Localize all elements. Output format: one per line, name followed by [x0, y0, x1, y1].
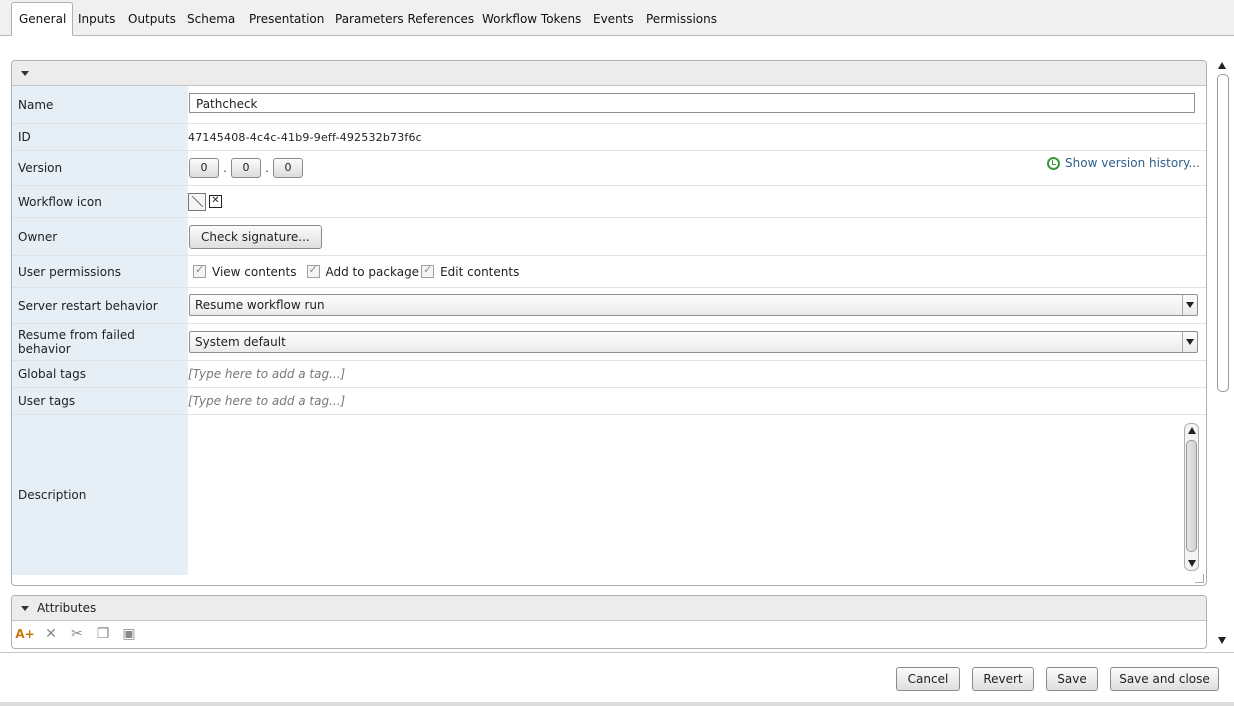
name-label: Name	[12, 86, 188, 123]
scroll-thumb[interactable]	[1217, 74, 1229, 392]
workflow-icon-label: Workflow icon	[12, 186, 188, 217]
edit-contents-checkbox[interactable]	[421, 263, 435, 278]
id-label: ID	[12, 124, 188, 150]
view-contents-label: View contents	[212, 264, 297, 279]
resize-grip-icon[interactable]	[1195, 574, 1204, 583]
footer-divider	[0, 652, 1234, 653]
owner-label: Owner	[12, 218, 188, 255]
scroll-down-icon[interactable]	[1218, 637, 1226, 644]
server-restart-select[interactable]: Resume workflow run	[189, 294, 1198, 316]
id-value: 47145408-4c4c-41b9-9eff-492532b73f6c	[188, 130, 422, 144]
server-restart-value: Resume workflow run	[195, 298, 325, 312]
save-button[interactable]: Save	[1046, 667, 1098, 691]
save-and-close-button[interactable]: Save and close	[1110, 667, 1219, 691]
user-tags-row: User tags [Type here to add a tag...]	[12, 388, 1206, 415]
paste-icon[interactable]: ▣	[120, 626, 138, 642]
check-signature-button[interactable]: Check signature...	[189, 224, 322, 249]
cancel-button[interactable]: Cancel	[896, 667, 960, 691]
tab-permissions[interactable]: Permissions	[639, 6, 724, 32]
view-contents-checkbox[interactable]	[193, 263, 206, 278]
global-tags-input[interactable]: [Type here to add a tag...]	[188, 367, 345, 381]
server-restart-label: Server restart behavior	[12, 288, 188, 323]
description-label: Description	[12, 415, 188, 575]
version-minor-button[interactable]: 0	[231, 158, 261, 178]
general-panel: Name Pathcheck ID 47145408-4c4c-41b9-9ef…	[11, 60, 1207, 586]
resume-failed-select[interactable]: System default	[189, 331, 1198, 353]
workflow-icon-row: Workflow icon ✕	[12, 186, 1206, 218]
tab-outputs[interactable]: Outputs	[121, 6, 183, 32]
user-tags-input[interactable]: [Type here to add a tag...]	[188, 394, 345, 408]
clear-icon[interactable]: ✕	[209, 195, 222, 208]
scroll-down-icon[interactable]	[1188, 560, 1196, 567]
window-bottom-edge	[0, 702, 1234, 706]
revert-button[interactable]: Revert	[972, 667, 1034, 691]
global-tags-label: Global tags	[12, 361, 188, 387]
description-row: Description	[12, 415, 1206, 575]
resume-failed-row: Resume from failed behavior System defau…	[12, 324, 1206, 361]
tab-parameters-references[interactable]: Parameters References	[328, 6, 481, 32]
add-to-package-label: Add to package	[325, 264, 420, 279]
collapse-triangle-icon[interactable]	[21, 71, 29, 76]
user-permissions-row: User permissions View contents Add to pa…	[12, 256, 1206, 288]
attributes-title: Attributes	[37, 601, 97, 615]
tab-events[interactable]: Events	[586, 6, 641, 32]
attributes-panel: Attributes A+ ✕ ✂ ❐ ▣	[11, 595, 1207, 649]
attributes-toolbar: A+ ✕ ✂ ❐ ▣	[15, 626, 138, 642]
show-version-history-label: Show version history...	[1065, 156, 1200, 170]
delete-icon[interactable]: ✕	[42, 626, 60, 642]
version-row: Version 0 . 0 . 0 Show version history..…	[12, 151, 1206, 186]
copy-icon[interactable]: ❐	[94, 626, 112, 642]
global-tags-row: Global tags [Type here to add a tag...]	[12, 361, 1206, 388]
tab-inputs[interactable]: Inputs	[71, 6, 122, 32]
tab-presentation[interactable]: Presentation	[242, 6, 331, 32]
version-major-button[interactable]: 0	[189, 158, 219, 178]
tab-schema[interactable]: Schema	[180, 6, 242, 32]
chevron-down-icon[interactable]	[1182, 332, 1197, 352]
version-separator: .	[223, 161, 227, 175]
show-version-history-link[interactable]: Show version history...	[1047, 156, 1200, 170]
edit-contents-label: Edit contents	[440, 264, 520, 279]
description-scrollbar[interactable]	[1184, 423, 1199, 571]
scroll-up-icon[interactable]	[1218, 62, 1226, 69]
history-icon	[1047, 156, 1061, 170]
workflow-icon-preview[interactable]	[188, 192, 206, 211]
chevron-down-icon[interactable]	[1182, 295, 1197, 315]
cut-icon[interactable]: ✂	[68, 626, 86, 642]
general-panel-header[interactable]	[12, 61, 1206, 86]
description-textarea[interactable]	[188, 415, 1206, 575]
version-separator: .	[265, 161, 269, 175]
tab-general[interactable]: General	[11, 2, 73, 36]
resume-failed-label: Resume from failed behavior	[12, 324, 188, 360]
scroll-thumb[interactable]	[1186, 440, 1197, 552]
user-permissions-label: User permissions	[12, 256, 188, 287]
owner-row: Owner Check signature...	[12, 218, 1206, 256]
add-attribute-icon[interactable]: A+	[15, 626, 34, 642]
main-scrollbar[interactable]	[1215, 60, 1229, 646]
attributes-header[interactable]: Attributes	[12, 596, 1206, 621]
resume-failed-value: System default	[195, 335, 286, 349]
tab-workflow-tokens[interactable]: Workflow Tokens	[475, 6, 588, 32]
name-input[interactable]: Pathcheck	[189, 93, 1195, 113]
version-label: Version	[12, 151, 188, 185]
collapse-triangle-icon[interactable]	[21, 606, 29, 611]
server-restart-row: Server restart behavior Resume workflow …	[12, 288, 1206, 324]
scroll-up-icon[interactable]	[1188, 427, 1196, 434]
version-patch-button[interactable]: 0	[273, 158, 303, 178]
user-tags-label: User tags	[12, 388, 188, 414]
tab-bar: General Inputs Outputs Schema Presentati…	[0, 0, 1234, 36]
add-to-package-checkbox[interactable]	[306, 263, 320, 278]
id-row: ID 47145408-4c4c-41b9-9eff-492532b73f6c	[12, 124, 1206, 151]
name-row: Name Pathcheck	[12, 86, 1206, 124]
